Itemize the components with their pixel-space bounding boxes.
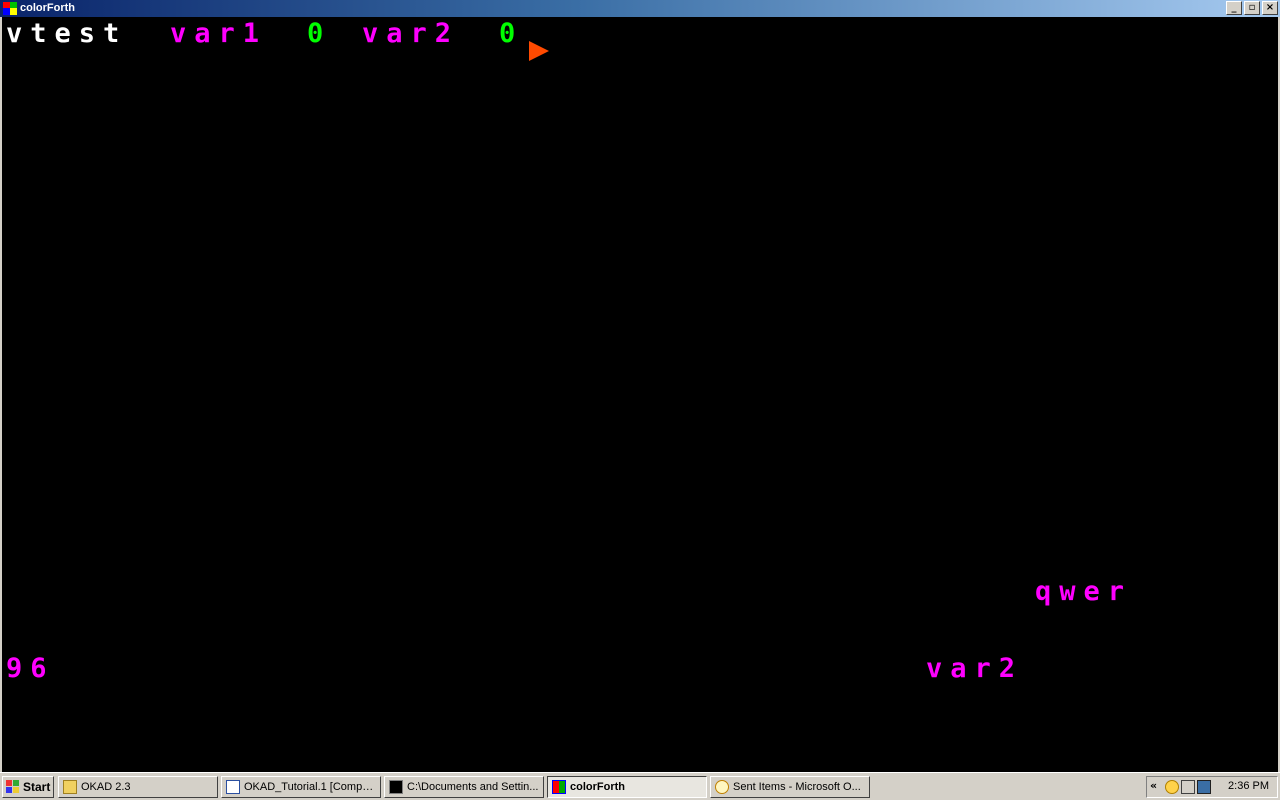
clock[interactable]: 2:36 PM <box>1228 780 1269 792</box>
colorforth-app-icon <box>3 2 17 15</box>
command-prompt-icon <box>389 780 403 794</box>
colorforth-editor-area[interactable]: vtest var1 0 var2 0 96 qwer var2 <box>0 17 1280 772</box>
taskbar-item-okad[interactable]: OKAD 2.3 <box>58 776 218 798</box>
window-title: colorForth <box>20 2 75 14</box>
folder-icon <box>63 780 77 794</box>
network-icon[interactable] <box>1181 780 1195 794</box>
taskbar-item-label: C:\Documents and Settin... <box>407 781 539 793</box>
stack-display: 96 <box>6 653 55 684</box>
monitor-icon[interactable] <box>1197 780 1211 794</box>
tray-expand-button[interactable]: « <box>1150 779 1157 792</box>
taskbar-item-label: OKAD_Tutorial.1 [Compa... <box>244 781 376 793</box>
start-button[interactable]: Start <box>2 776 54 798</box>
colorforth-icon <box>552 780 566 794</box>
window-title-bar[interactable]: colorForth _ ▫ × <box>0 0 1280 17</box>
taskbar-item-okad-tutorial[interactable]: OKAD_Tutorial.1 [Compa... <box>221 776 381 798</box>
number-zero-2: 0 <box>499 18 524 49</box>
outlook-icon <box>715 780 729 794</box>
word-var1: var1 <box>170 18 268 49</box>
number-zero-1: 0 <box>307 18 332 49</box>
word-vtest: vtest <box>6 18 128 49</box>
editor-cursor-icon <box>529 41 549 61</box>
word-var2: var2 <box>362 18 460 49</box>
taskbar-item-label: Sent Items - Microsoft O... <box>733 781 861 793</box>
close-button[interactable]: × <box>1262 1 1278 15</box>
start-label: Start <box>23 780 51 794</box>
notification-icon[interactable] <box>1165 780 1179 794</box>
history-word-qwer: qwer <box>1035 576 1133 607</box>
minimize-button[interactable]: _ <box>1226 1 1242 15</box>
taskbar-item-colorforth[interactable]: colorForth <box>547 776 707 798</box>
taskbar-item-label: OKAD 2.3 <box>81 781 131 793</box>
maximize-button[interactable]: ▫ <box>1244 1 1260 15</box>
system-tray: « 2:36 PM <box>1146 776 1278 798</box>
history-word-var2: var2 <box>926 653 1024 684</box>
word-document-icon <box>226 780 240 794</box>
windows-flag-icon <box>6 780 20 794</box>
taskbar: Start OKAD 2.3 OKAD_Tutorial.1 [Compa...… <box>0 772 1280 800</box>
taskbar-item-command-prompt[interactable]: C:\Documents and Settin... <box>384 776 544 798</box>
taskbar-item-label: colorForth <box>570 781 625 793</box>
taskbar-item-outlook[interactable]: Sent Items - Microsoft O... <box>710 776 870 798</box>
